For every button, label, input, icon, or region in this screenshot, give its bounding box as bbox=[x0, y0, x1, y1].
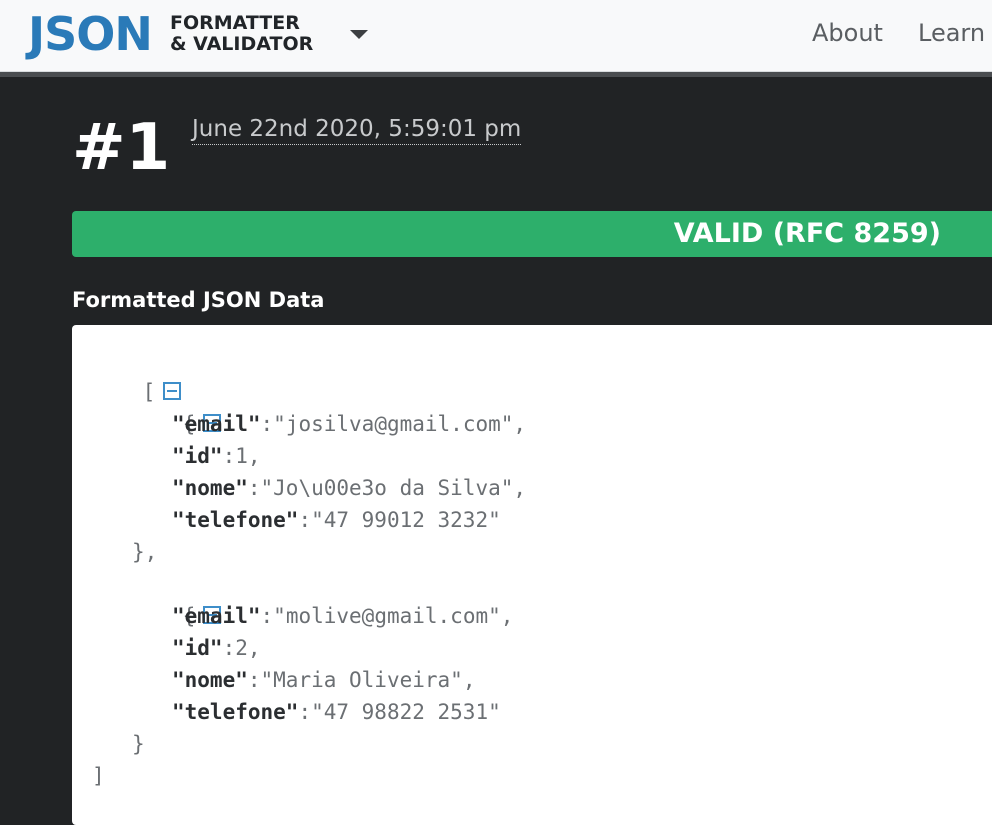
result-timestamp: June 22nd 2020, 5:59:01 pm bbox=[192, 114, 522, 145]
json-array-open: [ bbox=[92, 344, 182, 404]
json-field: "email":"molive@gmail.com", bbox=[172, 600, 513, 632]
caret-down-icon[interactable] bbox=[350, 30, 368, 39]
nav-link-about[interactable]: About bbox=[812, 18, 883, 48]
json-object-open: { bbox=[132, 376, 222, 436]
json-field: "telefone":"47 98822 2531" bbox=[172, 696, 501, 728]
json-key: "id" bbox=[172, 636, 223, 660]
json-value: 2 bbox=[235, 636, 248, 660]
json-key: "nome" bbox=[172, 476, 248, 500]
json-value: "josilva@gmail.com" bbox=[273, 412, 514, 436]
json-comma: , bbox=[513, 412, 527, 436]
json-value: "47 98822 2531" bbox=[311, 700, 501, 724]
logo-subtitle[interactable]: FORMATTER & VALIDATOR bbox=[170, 13, 313, 55]
json-value: "Jo\u00e3o da Silva" bbox=[260, 476, 514, 500]
json-comma: , bbox=[247, 636, 261, 660]
json-value: "molive@gmail.com" bbox=[273, 604, 501, 628]
json-key: "telefone" bbox=[172, 508, 299, 532]
json-separator: : bbox=[222, 444, 236, 468]
json-comma: , bbox=[500, 604, 514, 628]
json-field: "id":1, bbox=[172, 440, 261, 472]
logo-subtitle-line2: & VALIDATOR bbox=[170, 33, 314, 55]
json-field: "email":"josilva@gmail.com", bbox=[172, 408, 526, 440]
navbar: JSON FORMATTER & VALIDATOR About Learn bbox=[0, 0, 992, 72]
json-key: "email" bbox=[172, 412, 261, 436]
json-separator: : bbox=[247, 668, 261, 692]
result-number: #1 bbox=[72, 111, 171, 185]
logo-subtitle-line1: FORMATTER bbox=[170, 12, 300, 34]
json-separator: : bbox=[298, 700, 312, 724]
json-value: "47 99012 3232" bbox=[311, 508, 501, 532]
json-comma: , bbox=[513, 476, 527, 500]
formatted-json-title: Formatted JSON Data bbox=[72, 288, 325, 312]
json-separator: : bbox=[222, 636, 236, 660]
json-value: 1 bbox=[235, 444, 248, 468]
json-field: "id":2, bbox=[172, 632, 261, 664]
json-key: "email" bbox=[172, 604, 261, 628]
navbar-divider bbox=[0, 72, 992, 77]
json-comma: , bbox=[247, 444, 261, 468]
json-separator: : bbox=[298, 508, 312, 532]
validation-status-text: VALID (RFC 8259) bbox=[673, 218, 941, 249]
json-field: "nome":"Maria Oliveira", bbox=[172, 664, 475, 696]
json-object-open: { bbox=[132, 568, 222, 628]
json-separator: : bbox=[247, 476, 261, 500]
json-field: "telefone":"47 99012 3232" bbox=[172, 504, 501, 536]
json-field: "nome":"Jo\u00e3o da Silva", bbox=[172, 472, 526, 504]
json-object-close: } bbox=[132, 732, 145, 756]
validation-status-bar: VALID (RFC 8259) bbox=[72, 211, 992, 257]
json-comma: , bbox=[462, 668, 476, 692]
json-separator: : bbox=[260, 604, 274, 628]
json-key: "telefone" bbox=[172, 700, 299, 724]
json-array-close: ] bbox=[92, 764, 105, 788]
json-key: "nome" bbox=[172, 668, 248, 692]
json-separator: : bbox=[260, 412, 274, 436]
nav-link-learn[interactable]: Learn bbox=[918, 18, 985, 48]
formatted-json-panel: [ { "email":"josilva@gmail.com", "id":1,… bbox=[72, 325, 992, 825]
json-object-close: }, bbox=[132, 540, 158, 564]
json-key: "id" bbox=[172, 444, 223, 468]
json-value: "Maria Oliveira" bbox=[260, 668, 463, 692]
logo-json[interactable]: JSON bbox=[28, 4, 153, 64]
